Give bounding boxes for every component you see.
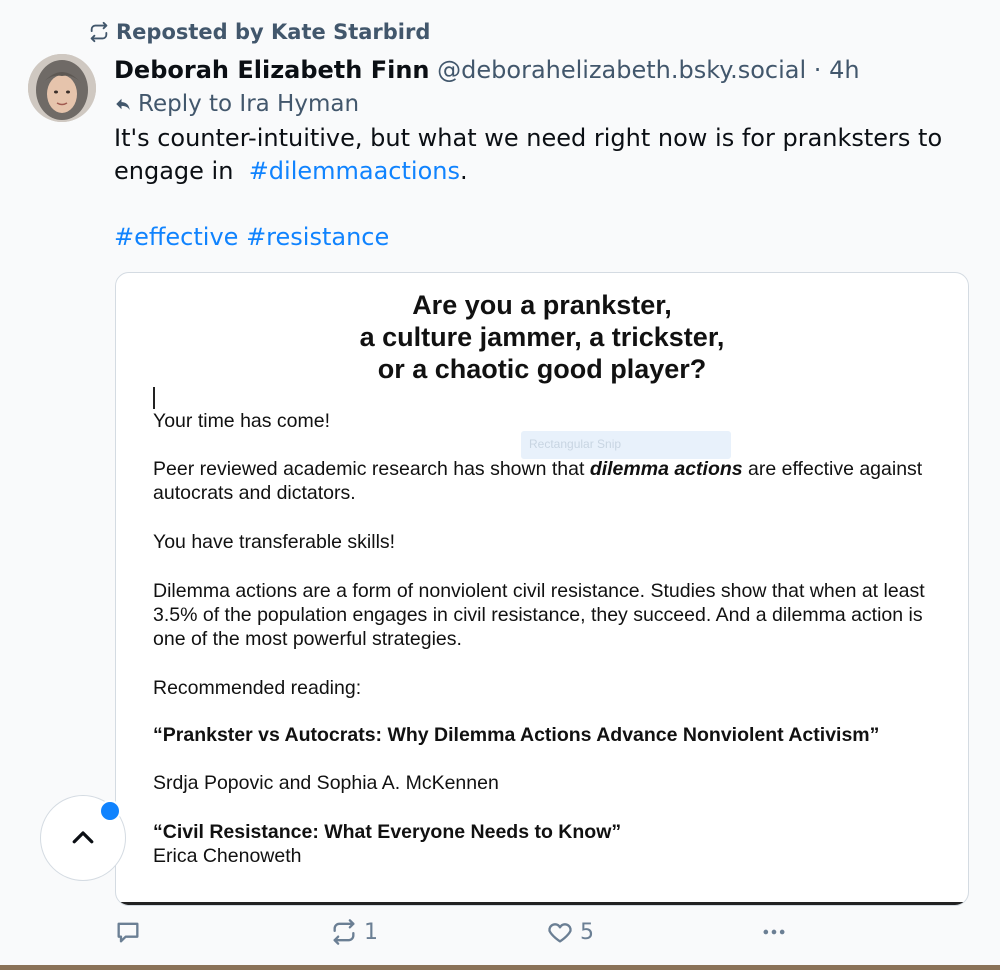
new-posts-indicator	[99, 800, 121, 822]
author-handle[interactable]: @deborahelizabeth.bsky.social	[437, 56, 806, 84]
hashtag-dilemmaactions[interactable]: #dilemmaactions	[249, 157, 460, 185]
post-actions: 1 5	[110, 918, 990, 954]
snip-tool-label: Rectangular Snip	[529, 437, 622, 451]
post-text-line: engage in #dilemmaactions.	[114, 155, 974, 188]
repost-indicator[interactable]: Reposted by Kate Starbird	[88, 20, 430, 44]
book-authors: Srdja Popovic and Sophia A. McKennen	[153, 772, 499, 794]
repost-label: Reposted by Kate Starbird	[116, 20, 431, 44]
like-count: 5	[580, 919, 594, 945]
embedded-image[interactable]: Are you a prankster, a culture jammer, a…	[115, 272, 969, 906]
snip-tool-overlay: Rectangular Snip	[521, 431, 731, 459]
chevron-up-icon	[72, 831, 94, 844]
reply-arrow-icon	[116, 98, 130, 110]
reply-bubble-icon	[117, 922, 139, 943]
image-paragraph: Recommended reading:	[153, 677, 362, 699]
image-title-line: Are you a prankster,	[412, 290, 672, 320]
hashtag-resistance[interactable]: #resistance	[246, 223, 389, 251]
author-avatar[interactable]	[28, 54, 96, 122]
post-text: It's counter-intuitive, but what we need…	[114, 122, 974, 254]
repost-count: 1	[364, 919, 378, 945]
repost-button[interactable]: 1	[330, 918, 378, 946]
reply-button[interactable]	[114, 918, 148, 946]
heart-icon	[548, 923, 572, 943]
image-text-segment: Peer reviewed academic research has show…	[153, 458, 590, 480]
more-options-button[interactable]	[760, 918, 788, 946]
repost-icon	[333, 919, 355, 945]
post-text-segment: .	[459, 157, 468, 185]
ellipsis-icon	[763, 929, 785, 935]
image-paragraph: You have transferable skills!	[153, 531, 396, 553]
book-authors: Erica Chenoweth	[153, 845, 302, 867]
image-title-line: or a chaotic good player?	[377, 354, 707, 384]
image-emphasis: dilemma actions	[589, 458, 743, 480]
reply-indicator[interactable]: Reply to Ira Hyman	[114, 91, 359, 117]
image-title: Are you a prankster, a culture jammer, a…	[116, 289, 968, 385]
post-text-line: #effective #resistance	[114, 221, 974, 254]
image-content: Are you a prankster, a culture jammer, a…	[116, 273, 968, 905]
image-paragraph: Your time has come!	[153, 410, 331, 432]
text-cursor	[153, 387, 155, 409]
like-button[interactable]: 5	[546, 918, 594, 946]
post-timestamp[interactable]: 4h	[829, 56, 859, 84]
image-paragraph: Dilemma actions are a form of nonviolent…	[153, 580, 925, 650]
book-title: “Civil Resistance: What Everyone Needs t…	[153, 821, 622, 843]
window-bottom-edge	[0, 965, 1000, 970]
repost-icon	[90, 21, 108, 43]
post-header: Deborah Elizabeth Finn @deborahelizabeth…	[114, 56, 860, 84]
avatar-image	[28, 54, 96, 122]
post-text-segment: engage in	[114, 157, 249, 185]
post-text-line: It's counter-intuitive, but what we need…	[114, 124, 943, 152]
image-title-line: a culture jammer, a trickster,	[359, 322, 725, 352]
reply-to-label: Reply to Ira Hyman	[138, 91, 360, 117]
image-paragraph: Peer reviewed academic research has show…	[153, 457, 953, 505]
author-name[interactable]: Deborah Elizabeth Finn	[114, 56, 430, 84]
book-title: “Prankster vs Autocrats: Why Dilemma Act…	[153, 724, 880, 746]
header-separator: ·	[813, 56, 822, 84]
hashtag-effective[interactable]: #effective	[114, 223, 238, 251]
